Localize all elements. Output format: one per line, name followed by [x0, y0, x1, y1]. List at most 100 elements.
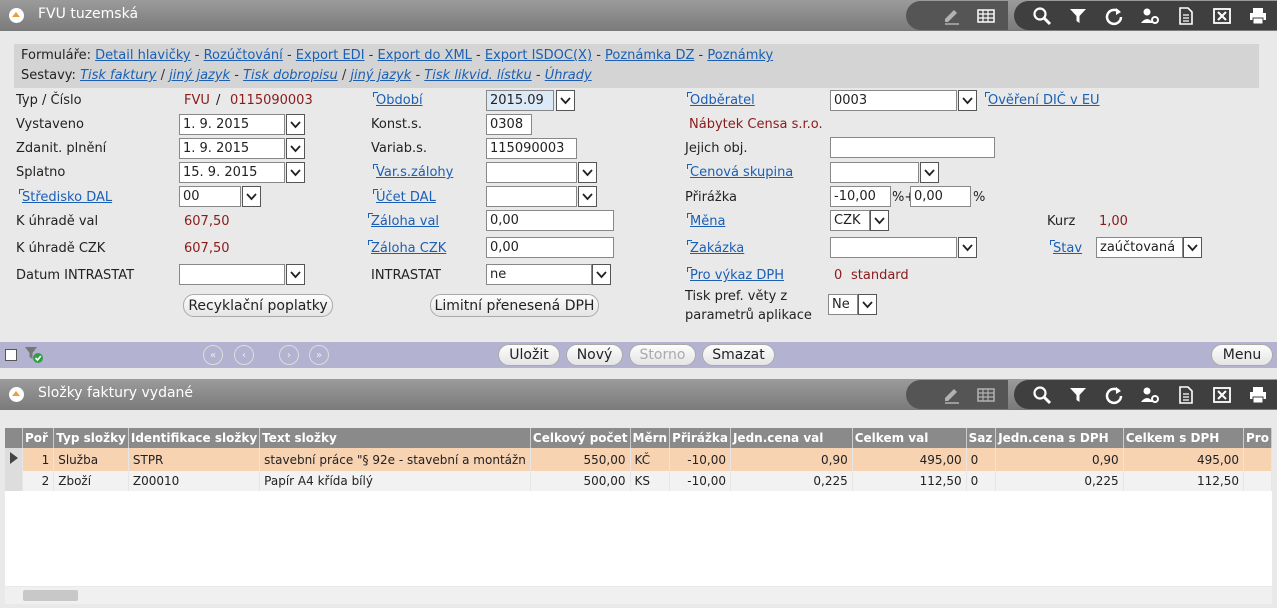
link-export-xml[interactable]: Export do XML: [378, 48, 472, 63]
cenova-skupina-link[interactable]: Cenová skupina: [686, 164, 793, 180]
table-row[interactable]: 1 Služba STPR stavební práce "§ 92e - st…: [5, 448, 1272, 471]
ucet-dal-dropdown[interactable]: [578, 186, 597, 207]
splatno-dropdown[interactable]: [286, 162, 305, 183]
col-header-text-slozky[interactable]: Text složky: [259, 428, 531, 448]
next-record-icon[interactable]: ›: [279, 345, 299, 365]
vystaveno-input[interactable]: 1. 9. 2015: [179, 114, 285, 135]
table-view-icon[interactable]: [970, 1, 1002, 30]
prirazka-input-2[interactable]: 0,00: [910, 186, 971, 207]
edit-icon[interactable]: [936, 1, 968, 30]
filter-check-icon[interactable]: [24, 346, 44, 364]
odberatel-dropdown[interactable]: [958, 90, 977, 111]
var-zalohy-input[interactable]: [486, 162, 577, 183]
obdobi-dropdown[interactable]: [556, 90, 575, 111]
link-uhrady[interactable]: Úhrady: [545, 68, 592, 83]
horizontal-scrollbar[interactable]: [5, 587, 1272, 604]
intrastat-select[interactable]: ne: [486, 264, 592, 285]
intrastat-dropdown[interactable]: [592, 264, 611, 285]
limitni-prenesena-dph-button[interactable]: Limitní přenesená DPH: [430, 294, 599, 317]
stredisko-input[interactable]: 00: [179, 186, 241, 207]
link-poznamka-dz[interactable]: Poznámka DZ: [605, 48, 694, 63]
prirazka-input-1[interactable]: -10,00: [830, 186, 891, 207]
mena-link[interactable]: Měna: [686, 213, 725, 229]
link-rozuctovani[interactable]: Rozúčtování: [204, 48, 283, 63]
col-header-jedn-cena-val[interactable]: Jedn.cena val: [730, 428, 853, 448]
link-export-isdoc[interactable]: Export ISDOC(X): [485, 48, 592, 63]
storno-button[interactable]: Storno: [629, 344, 696, 366]
ulozit-button[interactable]: Uložit: [498, 344, 560, 366]
link-jiny-jazyk-2[interactable]: jiný jazyk: [350, 68, 411, 83]
prev-record-icon[interactable]: ‹: [234, 345, 254, 365]
link-tisk-dobropisu[interactable]: Tisk dobropisu: [243, 68, 338, 83]
table-view-icon[interactable]: [970, 380, 1002, 409]
print-icon[interactable]: [1242, 380, 1274, 409]
mena-dropdown[interactable]: [870, 210, 889, 231]
datum-intrastat-dropdown[interactable]: [286, 264, 305, 285]
refresh-icon[interactable]: [1098, 1, 1130, 30]
select-checkbox[interactable]: [5, 349, 17, 361]
col-header-merna-jednotka[interactable]: Měrn: [630, 428, 671, 448]
stav-select[interactable]: zaúčtovaná: [1096, 237, 1183, 258]
zdanit-input[interactable]: 1. 9. 2015: [179, 138, 285, 159]
ucet-dal-link[interactable]: Účet DAL: [373, 189, 436, 205]
link-tisk-faktury[interactable]: Tisk faktury: [80, 68, 156, 83]
col-header-pro[interactable]: Pro: [1243, 428, 1272, 448]
obdobi-link[interactable]: Období: [373, 92, 423, 108]
col-header-prirazka[interactable]: Přirážka: [669, 428, 731, 448]
col-header-identifikace[interactable]: Identifikace složky: [128, 428, 261, 448]
link-jiny-jazyk-1[interactable]: jiný jazyk: [169, 68, 230, 83]
col-header-celkem-val[interactable]: Celkem val: [852, 428, 967, 448]
mena-select[interactable]: CZK: [830, 210, 870, 231]
collapse-icon[interactable]: [9, 387, 24, 402]
filter-icon[interactable]: [1062, 1, 1094, 30]
stav-dropdown[interactable]: [1183, 237, 1202, 258]
user-settings-icon[interactable]: [1134, 380, 1166, 409]
splatno-input[interactable]: 15. 9. 2015: [179, 162, 285, 183]
excel-export-icon[interactable]: [1206, 380, 1238, 409]
tisk-pref-dropdown[interactable]: [858, 294, 877, 315]
var-zalohy-link[interactable]: Var.s.zálohy: [372, 164, 453, 180]
recyklacni-poplatky-button[interactable]: Recyklační poplatky: [183, 294, 333, 317]
search-icon[interactable]: [1026, 380, 1058, 409]
vystaveno-dropdown[interactable]: [286, 114, 305, 135]
zaloha-czk-link[interactable]: Záloha CZK: [367, 240, 446, 256]
document-icon[interactable]: [1170, 1, 1202, 30]
scrollbar-thumb[interactable]: [23, 590, 78, 601]
obdobi-input[interactable]: 2015.09: [486, 90, 554, 111]
col-header-celkem-s-dph[interactable]: Celkem s DPH: [1123, 428, 1244, 448]
pro-vykaz-dph-link[interactable]: Pro výkaz DPH: [687, 267, 784, 283]
stav-link[interactable]: Stav: [1049, 240, 1082, 256]
variab-input[interactable]: 115090003: [486, 138, 577, 159]
link-detail-hlavicky[interactable]: Detail hlavičky: [95, 48, 190, 63]
col-header-por[interactable]: Poř: [22, 428, 55, 448]
odberatel-input[interactable]: 0003: [830, 90, 957, 111]
menu-button[interactable]: Menu: [1211, 344, 1273, 366]
link-poznamky[interactable]: Poznámky: [707, 48, 773, 63]
tisk-pref-select[interactable]: Ne: [828, 294, 858, 315]
col-header-sazba[interactable]: Saz: [966, 428, 997, 448]
datum-intrastat-input[interactable]: [179, 264, 285, 285]
cenova-skupina-input[interactable]: [830, 162, 919, 183]
search-icon[interactable]: [1026, 1, 1058, 30]
refresh-icon[interactable]: [1098, 380, 1130, 409]
zdanit-dropdown[interactable]: [286, 138, 305, 159]
print-icon[interactable]: [1242, 1, 1274, 30]
zakazka-input[interactable]: [830, 237, 957, 258]
odberatel-link[interactable]: Odběratel: [687, 92, 755, 108]
zakazka-dropdown[interactable]: [958, 237, 977, 258]
collapse-icon[interactable]: [9, 8, 24, 23]
edit-icon[interactable]: [936, 380, 968, 409]
stredisko-link[interactable]: Středisko DAL: [18, 189, 112, 205]
filter-icon[interactable]: [1062, 380, 1094, 409]
first-record-icon[interactable]: «: [203, 345, 223, 365]
link-export-edi[interactable]: Export EDI: [296, 48, 365, 63]
overeni-dic-link[interactable]: Ověření DIČ v EU: [985, 92, 1100, 108]
var-zalohy-dropdown[interactable]: [578, 162, 597, 183]
document-icon[interactable]: [1170, 380, 1202, 409]
table-row[interactable]: 2 Zboží Z00010 Papír A4 křída bílý 500,0…: [5, 471, 1272, 491]
zaloha-val-link[interactable]: Záloha val: [367, 213, 439, 229]
jejich-obj-input[interactable]: [830, 137, 995, 158]
link-tisk-likvid-listku[interactable]: Tisk likvid. lístku: [424, 68, 531, 83]
zaloha-czk-input[interactable]: 0,00: [486, 237, 614, 258]
zaloha-val-input[interactable]: 0,00: [486, 210, 614, 231]
